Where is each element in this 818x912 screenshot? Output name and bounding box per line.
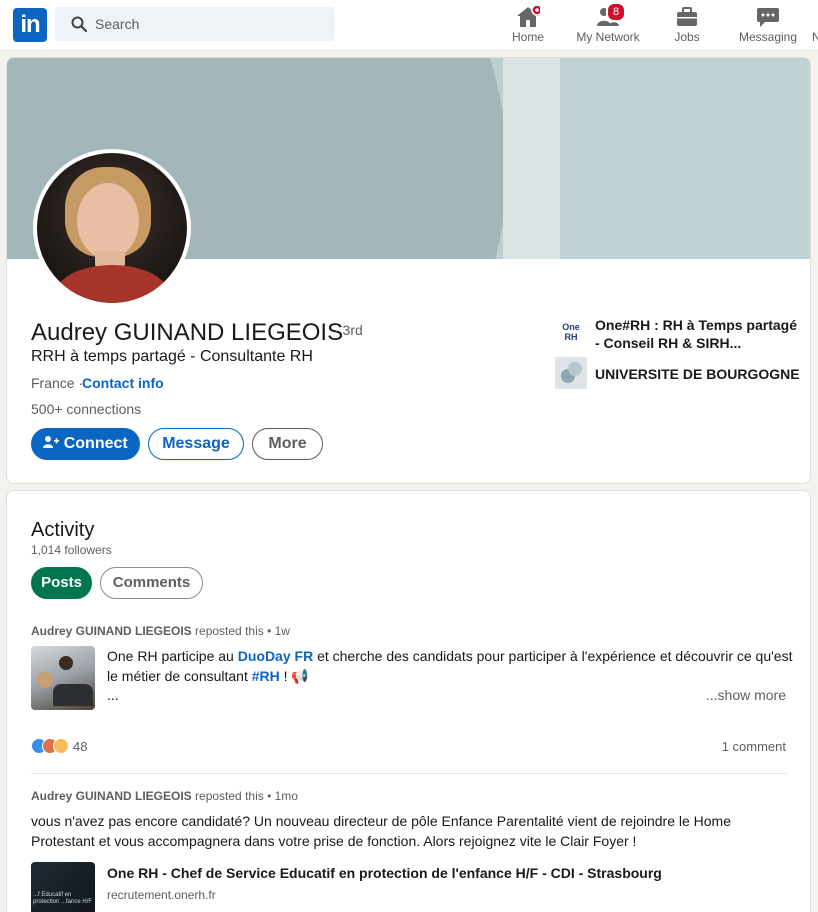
profile-card: Audrey GUINAND LIEGEOIS · 3rd RRH à temp… xyxy=(6,57,811,484)
company-logo: One RH xyxy=(555,316,587,348)
insightful-reaction-icon xyxy=(53,738,69,754)
show-more-link[interactable]: ...show more xyxy=(706,687,786,703)
comment-count[interactable]: 1 comment xyxy=(722,739,786,754)
tab-posts[interactable]: Posts xyxy=(31,567,92,599)
profile-avatar[interactable] xyxy=(33,149,191,307)
briefcase-icon xyxy=(677,7,697,26)
company-name: One#RH : RH à Temps partagé - Conseil RH… xyxy=(595,317,798,351)
link-thumbnail[interactable]: ...f Educatif en protection ...fance H/F xyxy=(31,862,95,912)
search-input[interactable]: Search xyxy=(55,7,335,41)
profile-photo xyxy=(37,153,187,303)
connect-button[interactable]: Connect xyxy=(31,428,140,460)
nav-messaging[interactable]: Messaging xyxy=(736,0,800,51)
post-thumbnail[interactable] xyxy=(31,646,95,710)
post-meta: Audrey GUINAND LIEGEOIS reposted this • … xyxy=(31,789,298,803)
nav-home-label: Home xyxy=(511,30,544,44)
top-navigation: in Search Home 8 My Network Jobs Messagi… xyxy=(0,0,818,51)
connections-count[interactable]: 500+ connections xyxy=(31,401,141,417)
hashtag-link[interactable]: #RH xyxy=(252,668,280,684)
profile-name: Audrey GUINAND LIEGEOIS xyxy=(31,319,344,346)
nav-home[interactable]: Home xyxy=(504,0,552,51)
profile-location: France · xyxy=(31,375,84,391)
messaging-icon xyxy=(757,8,779,27)
post-text: One RH participe au DuoDay FR et cherche… xyxy=(107,648,793,684)
reaction-count[interactable]: 48 xyxy=(73,739,87,754)
post-divider xyxy=(31,773,787,774)
post-repost-info: reposted this • 1mo xyxy=(195,789,298,803)
nav-jobs[interactable]: Jobs xyxy=(664,0,710,51)
followers-count: 1,014 followers xyxy=(31,543,112,557)
profile-headline: RRH à temps partagé - Consultante RH xyxy=(31,348,313,365)
add-person-icon xyxy=(43,436,60,448)
link-preview-domain: recrutement.onerh.fr xyxy=(107,888,216,902)
post-repost-info: reposted this • 1w xyxy=(195,624,290,638)
search-placeholder: Search xyxy=(95,16,140,32)
hashtag-link[interactable]: DuoDay FR xyxy=(238,648,313,664)
post-meta: Audrey GUINAND LIEGEOIS reposted this • … xyxy=(31,624,290,638)
nav-overflow-label[interactable]: N xyxy=(812,30,818,44)
post-ellipsis: ... xyxy=(107,687,119,703)
nav-my-network[interactable]: 8 My Network xyxy=(572,0,644,51)
more-button[interactable]: More xyxy=(252,428,323,460)
nav-my-network-label: My Network xyxy=(576,30,640,44)
connect-label: Connect xyxy=(63,435,128,452)
tab-comments[interactable]: Comments xyxy=(100,567,203,599)
message-button[interactable]: Message xyxy=(148,428,244,460)
network-badge: 8 xyxy=(606,2,626,22)
contact-info-link[interactable]: Contact info xyxy=(82,375,164,391)
network-icon: 8 xyxy=(596,2,626,28)
post-author[interactable]: Audrey GUINAND LIEGEOIS xyxy=(31,789,192,803)
activity-card: Activity 1,014 followers Posts Comments … xyxy=(6,490,811,912)
home-icon xyxy=(517,6,540,27)
school-name: UNIVERSITE DE BOURGOGNE xyxy=(595,366,800,382)
nav-messaging-label: Messaging xyxy=(738,30,798,44)
nav-jobs-label: Jobs xyxy=(674,30,700,44)
search-icon xyxy=(71,16,87,32)
school-logo xyxy=(555,357,587,389)
link-thumbnail-text: ...f Educatif en protection ...fance H/F xyxy=(33,892,93,905)
post-author[interactable]: Audrey GUINAND LIEGEOIS xyxy=(31,624,192,638)
post-text: vous n'avez pas encore candidaté? Un nou… xyxy=(31,813,732,849)
link-preview-title[interactable]: One RH - Chef de Service Educatif en pro… xyxy=(107,865,662,881)
linkedin-logo[interactable]: in xyxy=(13,8,47,42)
activity-title: Activity xyxy=(31,519,95,541)
connection-degree: · 3rd xyxy=(334,322,363,338)
